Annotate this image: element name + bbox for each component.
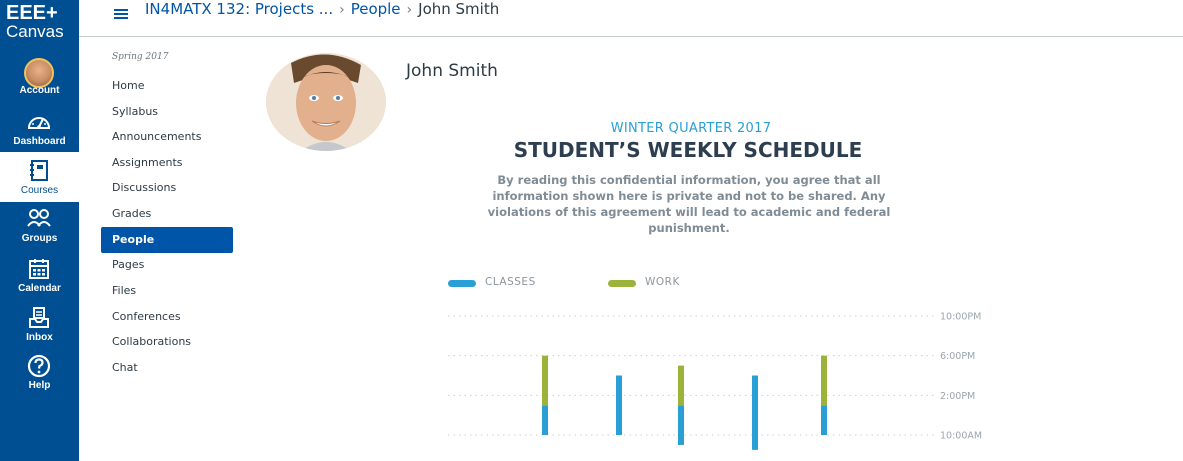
chart-legend: CLASSES WORK [448, 276, 748, 292]
brand-logo[interactable]: EEE+ Canvas [0, 0, 79, 48]
course-nav-home[interactable]: Home [101, 73, 233, 99]
breadcrumb-people-link[interactable]: People [351, 0, 401, 18]
schedule-chart: 10:00PM 6:00PM 2:00PM 10:00AM [448, 312, 982, 450]
legend-label-work: WORK [645, 276, 680, 288]
brand-line2: Canvas [6, 22, 64, 41]
bar-classes [616, 375, 622, 435]
calendar-icon [29, 259, 49, 279]
breadcrumb-separator: › [339, 2, 345, 18]
nav-courses[interactable]: Courses [0, 152, 79, 202]
nav-help[interactable]: Help [0, 347, 79, 397]
profile-name: John Smith [406, 61, 498, 81]
confidentiality-notice: By reading this confidential information… [487, 173, 891, 235]
nav-help-label: Help [28, 380, 51, 391]
bar-work [542, 355, 548, 406]
profile-photo [266, 53, 386, 151]
help-icon [27, 354, 51, 378]
avatar [24, 58, 54, 88]
course-nav-syllabus[interactable]: Syllabus [101, 99, 233, 125]
nav-calendar-label: Calendar [18, 283, 61, 294]
schedule-title: STUDENT’S WEEKLY SCHEDULE [513, 138, 863, 162]
courses-icon [30, 160, 48, 181]
course-nav-collaborations[interactable]: Collaborations [101, 329, 233, 355]
bar-classes [678, 405, 684, 445]
course-nav-grades[interactable]: Grades [101, 201, 233, 227]
y-tick-label: 10:00PM [940, 312, 981, 323]
nav-dashboard[interactable]: Dashboard [0, 103, 79, 153]
legend-swatch-work [608, 280, 636, 287]
hamburger-menu-icon[interactable] [112, 5, 132, 23]
nav-groups-label: Groups [21, 233, 58, 244]
legend-label-classes: CLASSES [485, 276, 536, 288]
legend-swatch-classes [448, 280, 476, 287]
nav-calendar[interactable]: Calendar [0, 250, 79, 300]
nav-courses-label: Courses [20, 185, 59, 196]
course-nav-discussions[interactable]: Discussions [101, 175, 233, 201]
schedule-subtitle: WINTER QUARTER 2017 [610, 121, 772, 136]
course-nav-assignments[interactable]: Assignments [101, 150, 233, 176]
breadcrumb: IN4MATX 132: Projects ... › People › John Sm… [145, 0, 499, 18]
nav-dashboard-label: Dashboard [13, 136, 66, 147]
breadcrumb-separator: › [406, 2, 413, 18]
breadcrumb-current: John Smith [418, 0, 500, 18]
course-nav-people[interactable]: People [101, 227, 233, 253]
course-nav-files[interactable]: Files [101, 278, 233, 304]
bar-work [821, 355, 827, 406]
bar-classes [821, 405, 827, 435]
nav-inbox-label: Inbox [26, 332, 53, 343]
course-nav-conferences[interactable]: Conferences [101, 304, 233, 330]
page-header: IN4MATX 132: Projects ... › People › John Sm… [79, 0, 1183, 37]
bar-work [678, 365, 684, 406]
dashboard-icon [27, 117, 51, 129]
nav-inbox[interactable]: Inbox [0, 299, 79, 349]
nav-account-label: Account [19, 85, 60, 96]
y-tick-label: 2:00PM [940, 391, 975, 402]
inbox-icon [29, 307, 49, 328]
course-nav-pages[interactable]: Pages [101, 252, 233, 278]
bar-classes [752, 375, 758, 450]
groups-icon [27, 209, 51, 227]
term-label: Spring 2017 [112, 52, 169, 62]
course-nav-chat[interactable]: Chat [101, 355, 233, 381]
bar-classes [542, 405, 548, 435]
nav-groups[interactable]: Groups [0, 200, 79, 250]
y-tick-label: 10:00AM [940, 431, 982, 442]
nav-account[interactable]: Account [0, 52, 79, 102]
global-nav: EEE+ Canvas Account Dashboard Courses Gr… [0, 0, 79, 461]
course-nav-announcements[interactable]: Announcements [101, 124, 233, 150]
breadcrumb-course-link[interactable]: IN4MATX 132: Projects ... [145, 0, 333, 18]
y-tick-label: 6:00PM [940, 351, 975, 362]
